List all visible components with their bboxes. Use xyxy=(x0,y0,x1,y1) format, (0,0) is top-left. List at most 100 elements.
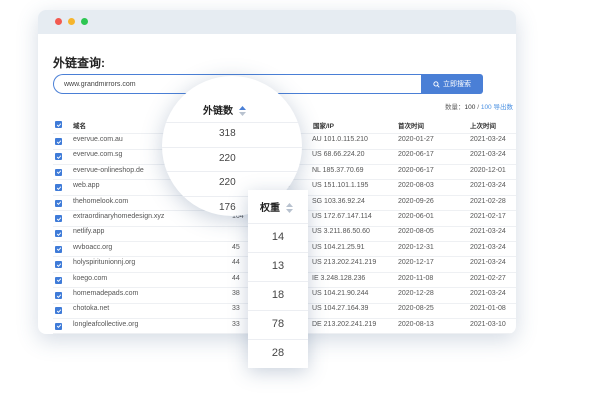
magnifier-value: 176 xyxy=(219,201,236,213)
first-seen-cell: 2020-08-13 xyxy=(398,320,434,328)
first-seen-cell: 2020-11-08 xyxy=(398,274,434,282)
export-link[interactable]: 导出数 xyxy=(494,104,514,111)
links-cell: 33 xyxy=(232,320,240,328)
weight-card-divider xyxy=(248,223,308,224)
links-cell: 45 xyxy=(232,243,240,251)
domain-cell[interactable]: extraordinaryhomedesign.xyz xyxy=(73,213,164,220)
row-checkbox[interactable] xyxy=(55,245,62,253)
domain-cell[interactable]: holyspiritunionnj.org xyxy=(73,259,135,266)
maximize-window-dot[interactable] xyxy=(81,18,88,25)
links-cell: 44 xyxy=(232,274,240,282)
first-seen-cell: 2020-12-31 xyxy=(398,243,434,251)
ip-cell: US 68.66.224.20 xyxy=(312,151,365,159)
row-checkbox[interactable] xyxy=(55,307,62,315)
row-checkbox[interactable] xyxy=(55,138,62,145)
domain-cell[interactable]: evervue.com.au xyxy=(73,136,123,143)
row-checkbox[interactable] xyxy=(55,230,62,238)
select-all-checkbox[interactable] xyxy=(55,121,62,128)
minimize-window-dot[interactable] xyxy=(68,18,75,25)
weight-card-header: 权重 xyxy=(260,199,293,214)
domain-cell[interactable]: evervue.com.sg xyxy=(73,151,122,158)
first-seen-cell: 2020-06-01 xyxy=(398,213,434,220)
magnifier-header: 外链数 xyxy=(203,102,246,117)
row-checkbox[interactable] xyxy=(55,153,62,161)
last-seen-cell: 2021-01-08 xyxy=(470,305,506,313)
weight-card-divider xyxy=(248,310,308,311)
first-seen-cell: 2020-09-26 xyxy=(398,197,434,205)
last-seen-cell: 2021-03-10 xyxy=(470,320,506,328)
ip-cell: NL 185.37.70.69 xyxy=(312,166,364,174)
last-seen-cell: 2021-03-24 xyxy=(470,290,506,297)
sort-icon[interactable] xyxy=(238,106,246,117)
last-seen-cell: 2021-03-24 xyxy=(470,259,506,267)
domain-cell[interactable]: longleafcollective.org xyxy=(73,321,138,328)
weight-card-divider xyxy=(248,281,308,282)
weight-column-card: 权重 14 13 18 78 28 xyxy=(248,190,308,368)
row-checkbox[interactable] xyxy=(55,168,62,176)
weight-card-value: 13 xyxy=(271,260,285,272)
last-seen-cell: 2021-03-24 xyxy=(470,228,506,236)
row-checkbox[interactable] xyxy=(55,199,62,207)
magnifier-divider xyxy=(162,146,302,148)
weight-card-value: 28 xyxy=(271,347,285,359)
count-current: 100 xyxy=(464,104,476,111)
magnifier-divider xyxy=(162,122,302,123)
first-seen-cell: 2020-06-17 xyxy=(398,151,434,159)
column-header-ip[interactable]: 国家/IP xyxy=(313,120,334,130)
column-header-last-seen[interactable]: 上次时间 xyxy=(470,120,496,130)
ip-cell: US 3.211.86.50.60 xyxy=(312,228,370,236)
magnifier-divider xyxy=(162,171,302,172)
search-button-label: 立即搜索 xyxy=(443,81,471,88)
result-count: 数量：100 / 100 导出数 xyxy=(445,101,513,111)
links-cell: 33 xyxy=(232,305,240,313)
page-title: 外链查询: xyxy=(53,56,105,70)
close-window-dot[interactable] xyxy=(55,18,62,25)
ip-cell: IE 3.248.128.236 xyxy=(312,274,366,282)
row-checkbox[interactable] xyxy=(55,292,62,299)
domain-cell[interactable]: web.app xyxy=(73,182,99,189)
count-label: 数量： xyxy=(445,104,465,111)
links-cell: 44 xyxy=(232,259,240,267)
row-checkbox[interactable] xyxy=(55,261,62,269)
links-cell: 38 xyxy=(232,290,240,297)
sort-icon[interactable] xyxy=(285,203,293,214)
last-seen-cell: 2021-02-27 xyxy=(470,274,506,282)
row-checkbox[interactable] xyxy=(55,215,62,222)
ip-cell: AU 101.0.115.210 xyxy=(312,136,368,143)
column-header-first-seen[interactable]: 首次时间 xyxy=(398,120,424,130)
last-seen-cell: 2021-03-24 xyxy=(470,182,506,190)
ip-cell: US 151.101.1.195 xyxy=(312,182,369,190)
ip-cell: US 172.67.147.114 xyxy=(312,213,372,220)
ip-cell: SG 103.36.92.24 xyxy=(312,197,365,205)
weight-card-value: 14 xyxy=(271,231,285,243)
row-checkbox[interactable] xyxy=(55,184,62,192)
ip-cell: US 213.202.241.219 xyxy=(312,259,377,267)
ip-cell: US 104.27.164.39 xyxy=(312,305,369,313)
magnifier-value: 220 xyxy=(219,152,236,164)
ip-cell: US 104.21.25.91 xyxy=(312,243,365,251)
domain-cell[interactable]: netlify.app xyxy=(73,228,104,235)
ip-cell: US 104.21.90.244 xyxy=(312,290,369,297)
last-seen-cell: 2021-03-24 xyxy=(470,136,506,143)
weight-card-value: 18 xyxy=(271,289,285,301)
domain-cell[interactable]: wvboacc.org xyxy=(73,244,112,251)
search-button[interactable]: 立即搜索 xyxy=(421,74,483,94)
column-header-domain: 域名 xyxy=(73,123,86,130)
first-seen-cell: 2020-12-17 xyxy=(398,259,434,267)
domain-cell[interactable]: homemadepads.com xyxy=(73,290,138,297)
weight-card-divider xyxy=(248,252,308,253)
domain-cell[interactable]: koego.com xyxy=(73,275,107,282)
domain-cell[interactable]: thehomelook.com xyxy=(73,198,128,205)
search-icon xyxy=(433,80,440,88)
weight-card-divider xyxy=(248,339,308,340)
ip-cell: DE 213.202.241.219 xyxy=(312,320,377,328)
domain-cell[interactable]: evervue-onlineshop.de xyxy=(73,167,144,174)
last-seen-cell: 2021-03-24 xyxy=(470,243,506,251)
window-titlebar xyxy=(38,10,516,34)
first-seen-cell: 2020-08-25 xyxy=(398,305,434,313)
first-seen-cell: 2020-08-03 xyxy=(398,182,434,190)
count-total: 100 xyxy=(480,104,492,111)
row-checkbox[interactable] xyxy=(55,322,62,330)
row-checkbox[interactable] xyxy=(55,276,62,284)
domain-cell[interactable]: chotoka.net xyxy=(73,305,109,312)
